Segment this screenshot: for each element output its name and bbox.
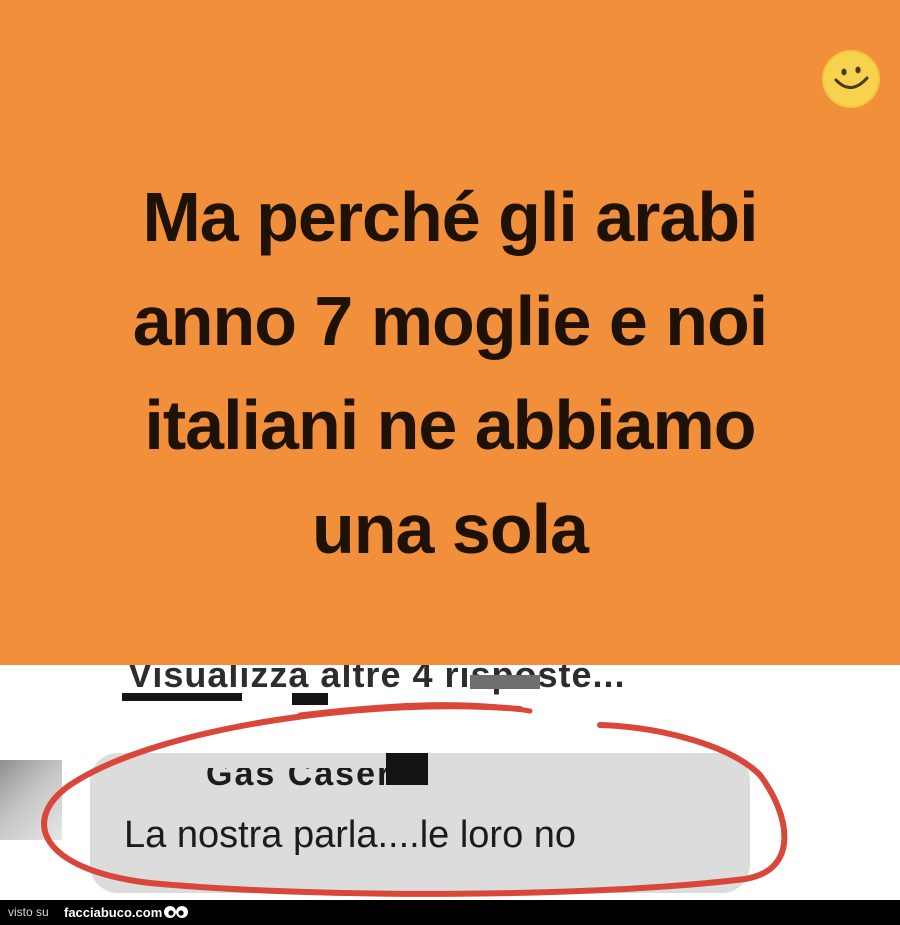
meme-screenshot: Ma perché gli arabi anno 7 moglie e noi … xyxy=(0,0,900,925)
comments-section: Visualizza altre 4 risposte... Gas Caser… xyxy=(0,665,900,900)
censor-bar xyxy=(292,693,328,705)
watermark-prefix: visto su xyxy=(8,905,49,919)
censor-bar xyxy=(386,753,428,785)
watermark-site[interactable]: facciabuco.com xyxy=(64,900,162,925)
censor-bar xyxy=(122,693,242,701)
comment-bubble: Gas Casern La nostra parla....le loro no xyxy=(90,753,750,893)
eyes-icon xyxy=(164,906,188,918)
censor-bar xyxy=(470,675,540,689)
post-text: Ma perché gli arabi anno 7 moglie e noi … xyxy=(132,178,768,568)
comment-text: La nostra parla....le loro no xyxy=(124,814,577,856)
avatar[interactable] xyxy=(0,760,62,840)
post-card: Ma perché gli arabi anno 7 moglie e noi … xyxy=(0,0,900,665)
watermark-bar: visto su facciabuco.com xyxy=(0,900,900,925)
smiley-face-icon xyxy=(822,50,880,108)
